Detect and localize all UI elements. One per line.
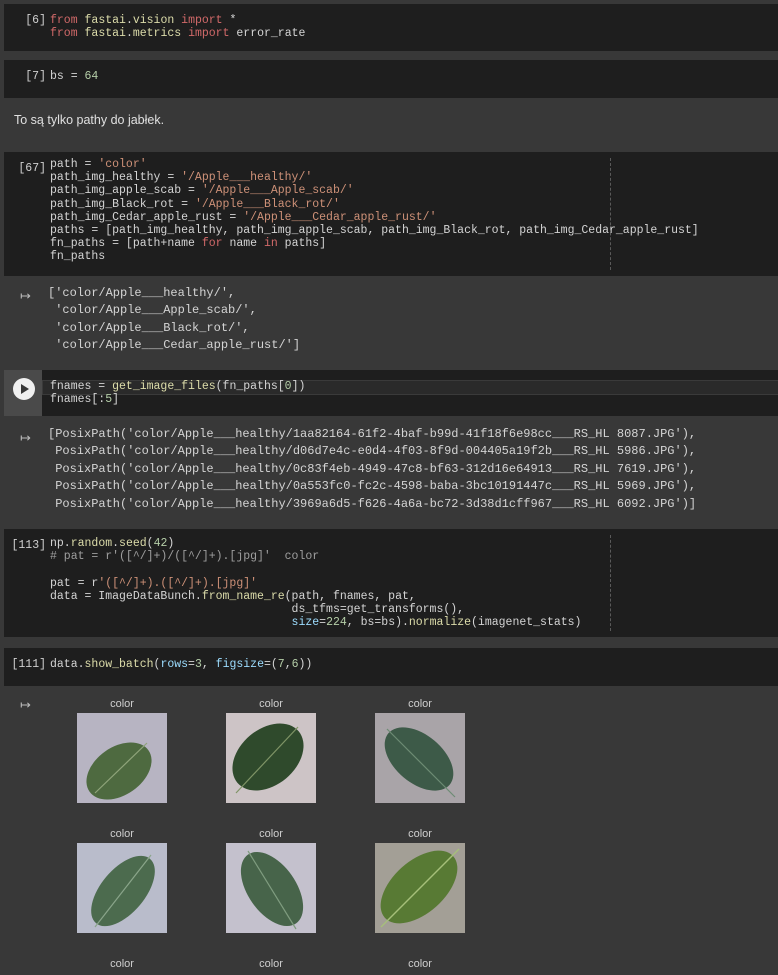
image-label: color [408,958,432,970]
leaf-image [226,713,316,803]
code-cell-67[interactable]: [67] path = 'color' path_img_healthy = '… [4,152,778,276]
image-label: color [259,698,283,710]
image-label: color [110,698,134,710]
leaf-image [375,843,465,933]
output-line: PosixPath('color/Apple___healthy/d06d7e4… [48,444,697,459]
output-line: [PosixPath('color/Apple___healthy/1aa821… [48,427,697,441]
code-editor[interactable]: from fastai.vision import * from fastai.… [50,14,305,40]
image-label: color [408,828,432,840]
code-editor[interactable]: fnames = get_image_files(fn_paths[0]) fn… [50,380,305,406]
code-cell-113[interactable]: [113] np.random.seed(42) # pat = r'([^/]… [4,529,778,637]
code-cell-7[interactable]: [7] bs = 64 [4,60,778,98]
code-cell-6[interactable]: [6] from fastai.vision import * from fas… [4,4,778,51]
image-label: color [259,828,283,840]
output-line: 'color/Apple___Black_rot/', [48,320,250,335]
output-icon[interactable]: ↦ [20,430,34,445]
output-line: PosixPath('color/Apple___healthy/0a553fc… [48,479,697,494]
leaf-image [77,713,167,803]
code-cell-active[interactable]: fnames = get_image_files(fn_paths[0]) fn… [4,370,778,416]
cell-prompt: [7] [25,70,46,83]
output-line: 'color/Apple___Cedar_apple_rust/'] [48,338,301,353]
output-icon[interactable]: ↦ [20,697,34,712]
leaf-image [226,843,316,933]
image-label: color [259,958,283,970]
cell-prompt: [67] [18,162,46,175]
leaf-image [77,843,167,933]
markdown-text: To są tylko pathy do jabłek. [14,113,165,127]
output-line: 'color/Apple___Apple_scab/', [48,303,257,318]
fnames-output: [PosixPath('color/Apple___healthy/1aa821… [48,426,696,513]
cell-prompt: [6] [25,14,46,27]
paths-output: ['color/Apple___healthy/', 'color/Apple_… [48,285,300,355]
run-cell-button[interactable] [13,378,35,400]
output-line: ['color/Apple___healthy/', [48,286,236,300]
output-icon[interactable]: ↦ [20,288,34,303]
image-label: color [408,698,432,710]
image-label: color [110,958,134,970]
output-line: PosixPath('color/Apple___healthy/3969a6d… [48,496,697,511]
code-editor[interactable]: data.show_batch(rows=3, figsize=(7,6)) [50,658,312,671]
code-editor[interactable]: path = 'color' path_img_healthy = '/Appl… [50,158,699,264]
play-icon [21,384,29,394]
line-length-ruler [610,535,611,631]
leaf-image [375,713,465,803]
cell-prompt: [113] [11,539,46,552]
image-label: color [110,828,134,840]
cell-prompt: [111] [11,658,46,671]
code-cell-111[interactable]: [111] data.show_batch(rows=3, figsize=(7… [4,648,778,686]
code-editor[interactable]: bs = 64 [50,70,98,83]
code-editor[interactable]: np.random.seed(42) # pat = r'([^/]+)/([^… [50,537,581,629]
output-line: PosixPath('color/Apple___healthy/0c83f4e… [48,461,697,476]
